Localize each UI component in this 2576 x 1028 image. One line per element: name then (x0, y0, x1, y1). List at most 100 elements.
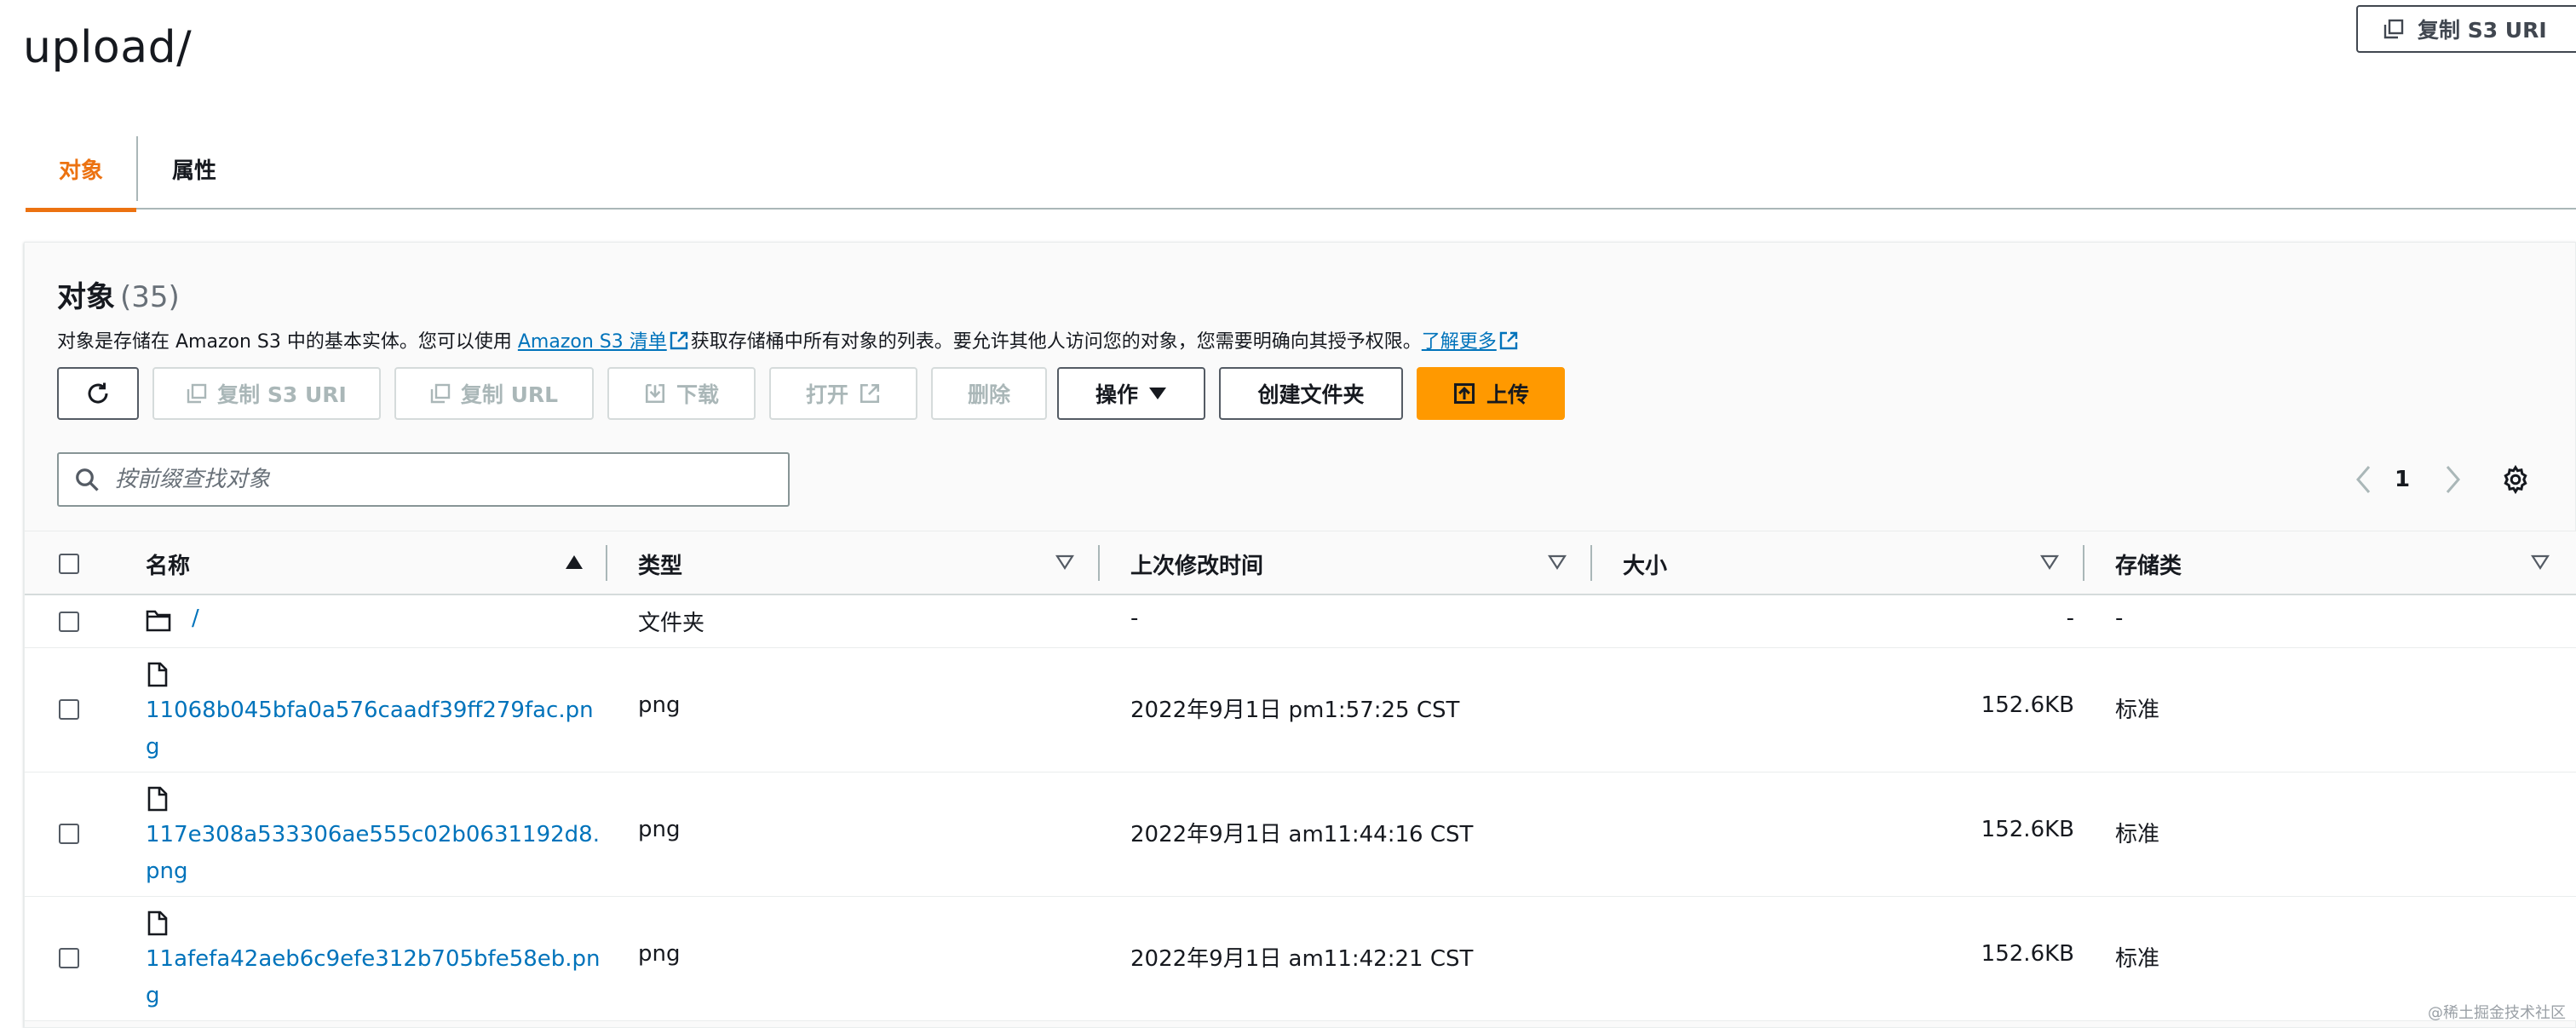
row-checkbox[interactable] (59, 824, 79, 844)
table-row[interactable]: / 文件夹 - - - (25, 595, 2576, 648)
refresh-button[interactable] (57, 367, 139, 420)
upload-button[interactable]: 上传 (1417, 367, 1565, 420)
copy-s3-uri-label: 复制 S3 URI (2418, 18, 2547, 43)
file-icon (147, 662, 168, 687)
tab-properties[interactable]: 属性 (172, 128, 216, 210)
cell-storage-class: - (2115, 606, 2124, 631)
search-box (57, 452, 790, 507)
row-checkbox[interactable] (59, 612, 79, 632)
caret-down-icon (1149, 388, 1166, 399)
copy-s3-uri-button[interactable]: 复制 S3 URI (2356, 5, 2576, 53)
tab-bar: 对象 属性 (26, 128, 2576, 212)
table-header: 名称 类型 上次修改时间 大小 存储类 (25, 531, 2576, 595)
objects-table: 名称 类型 上次修改时间 大小 存储类 / 文件夹 - - - 11068b04… (25, 531, 2576, 1021)
row-checkbox[interactable] (59, 699, 79, 720)
search-icon (76, 468, 99, 491)
folder-name-link[interactable]: / (192, 606, 199, 631)
column-separator[interactable] (1098, 545, 1100, 581)
cell-type: png (638, 817, 681, 842)
cell-last-modified: 2022年9月1日 am11:44:16 CST (1130, 822, 1474, 847)
copy-s3-uri-button-disabled[interactable]: 复制 S3 URI (152, 367, 381, 420)
actions-dropdown[interactable]: 操作 (1057, 367, 1205, 420)
file-icon (147, 910, 168, 936)
table-row[interactable]: 117e308a533306ae555c02b0631192d8.png png… (25, 772, 2576, 897)
search-input[interactable] (113, 466, 761, 493)
create-folder-button[interactable]: 创建文件夹 (1219, 367, 1403, 420)
sort-icon (1548, 554, 1567, 571)
cell-type: png (638, 692, 681, 718)
page-title: upload/ (23, 22, 193, 73)
cell-storage-class: 标准 (2115, 698, 2160, 723)
objects-title: 对象 (57, 280, 115, 314)
learn-more-link[interactable]: 了解更多 (1422, 331, 1497, 353)
objects-panel: 对象 (35) 对象是存储在 Amazon S3 中的基本实体。您可以使用 Ama… (24, 242, 2576, 1028)
copy-url-label: 复制 URL (460, 382, 559, 407)
upload-icon (1453, 382, 1475, 405)
sort-icon (2040, 554, 2059, 571)
download-label: 下载 (676, 382, 719, 407)
external-link-icon (860, 383, 880, 404)
copy-icon (187, 383, 207, 404)
cell-size: 152.6KB (1981, 692, 2074, 718)
previous-page-button[interactable] (2355, 457, 2372, 502)
file-name-link[interactable]: 11afefa42aeb6c9efe312b705bfe58eb.png (146, 941, 606, 1014)
select-all-checkbox[interactable] (59, 554, 79, 574)
delete-label: 删除 (967, 382, 1010, 407)
column-header-type[interactable]: 类型 (638, 531, 682, 596)
download-button[interactable]: 下载 (607, 367, 756, 420)
copy-icon (430, 383, 451, 404)
sort-icon (2531, 554, 2550, 571)
file-name-link[interactable]: 117e308a533306ae555c02b0631192d8.png (146, 817, 606, 890)
cell-size: 152.6KB (1981, 941, 2074, 967)
cell-storage-class: 标准 (2115, 946, 2160, 972)
file-icon (147, 786, 168, 812)
tab-divider (136, 136, 138, 201)
refresh-icon (88, 382, 108, 404)
objects-heading: 对象 (35) (57, 273, 180, 315)
objects-description: 对象是存储在 Amazon S3 中的基本实体。您可以使用 Amazon S3 … (57, 326, 1521, 353)
open-button[interactable]: 打开 (769, 367, 917, 420)
external-link-icon (670, 331, 687, 350)
cell-size: - (2066, 606, 2074, 631)
next-page-button[interactable] (2444, 457, 2461, 502)
objects-count: (35) (120, 280, 180, 314)
table-row[interactable]: 11068b045bfa0a576caadf39ff279fac.png png… (25, 648, 2576, 772)
cell-last-modified: - (1130, 606, 1139, 631)
column-separator[interactable] (2083, 545, 2084, 581)
copy-url-button[interactable]: 复制 URL (394, 367, 594, 420)
column-header-storage-class[interactable]: 存储类 (2115, 531, 2182, 596)
copy-icon (2383, 19, 2404, 39)
page-number[interactable]: 1 (2395, 457, 2410, 502)
cell-storage-class: 标准 (2115, 822, 2160, 847)
delete-button[interactable]: 删除 (931, 367, 1047, 420)
desc-prefix: 对象是存储在 Amazon S3 中的基本实体。您可以使用 (57, 331, 518, 353)
sort-ascending-icon (566, 555, 583, 569)
copy-s3-uri-label: 复制 S3 URI (217, 382, 347, 407)
s3-inventory-link[interactable]: Amazon S3 清单 (518, 331, 667, 353)
cell-size: 152.6KB (1981, 817, 2074, 842)
column-header-last-modified[interactable]: 上次修改时间 (1130, 531, 1263, 596)
tab-objects[interactable]: 对象 (26, 128, 136, 212)
table-row[interactable]: 11afefa42aeb6c9efe312b705bfe58eb.png png… (25, 897, 2576, 1021)
cell-type: 文件夹 (638, 611, 705, 636)
download-icon (645, 383, 665, 404)
file-name-link[interactable]: 11068b045bfa0a576caadf39ff279fac.png (146, 692, 606, 766)
upload-label: 上传 (1486, 382, 1529, 407)
column-separator[interactable] (1590, 545, 1592, 581)
folder-icon (146, 610, 171, 632)
open-label: 打开 (805, 382, 848, 407)
row-checkbox[interactable] (59, 948, 79, 968)
sort-icon (1055, 554, 1074, 571)
create-folder-label: 创建文件夹 (1257, 382, 1365, 407)
cell-last-modified: 2022年9月1日 am11:42:21 CST (1130, 946, 1474, 972)
column-header-size[interactable]: 大小 (1623, 531, 1667, 596)
column-header-name[interactable]: 名称 (146, 531, 190, 596)
chevron-left-icon (2356, 466, 2371, 493)
cell-last-modified: 2022年9月1日 pm1:57:25 CST (1130, 698, 1460, 723)
column-separator[interactable] (606, 545, 607, 581)
external-link-icon (1499, 331, 1517, 350)
table-settings-button[interactable] (2500, 457, 2531, 502)
gear-icon (2504, 464, 2527, 495)
watermark: @稀土掘金技术社区 (2428, 1004, 2566, 1022)
cell-type: png (638, 941, 681, 967)
